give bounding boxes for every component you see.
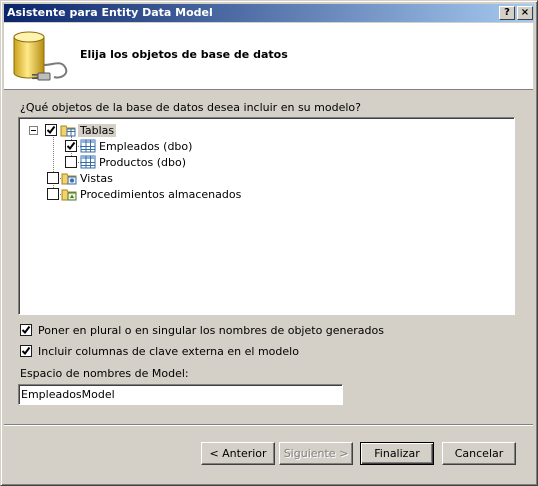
procedures-folder-icon [61, 189, 77, 201]
checkmark-icon [46, 125, 56, 135]
page-heading: Elija los objetos de base de datos [80, 48, 288, 61]
objects-question-label: ¿Qué objetos de la base de datos desea i… [20, 101, 361, 114]
wizard-window: Asistente para Entity Data Model ? × Eli… [0, 0, 538, 486]
previous-button[interactable]: < Anterior [201, 442, 275, 465]
checkmark-icon [21, 325, 31, 335]
title-bar[interactable]: Asistente para Entity Data Model ? × [4, 4, 534, 22]
collapse-toggle[interactable] [29, 126, 38, 135]
database-objects-tree[interactable]: Tablas Empleados (dbo) Productos (dbo) V… [18, 117, 515, 315]
table-icon [80, 155, 96, 169]
tree-node-label: Procedimientos almacenados [80, 188, 242, 201]
views-folder-icon [61, 173, 77, 185]
table-icon [80, 139, 96, 153]
tables-folder-icon [60, 125, 76, 137]
checkmark-icon [66, 141, 76, 151]
views-checkbox[interactable] [47, 172, 59, 184]
foreign-keys-checkbox[interactable] [20, 345, 32, 357]
cancel-button[interactable]: Cancelar [442, 442, 516, 465]
namespace-label: Espacio de nombres de Model: [20, 367, 189, 380]
tree-node-tables[interactable]: Tablas [29, 122, 139, 138]
tree-node-table-productos[interactable]: Productos (dbo) [65, 154, 187, 170]
window-title: Asistente para Entity Data Model [7, 6, 213, 19]
pluralize-checkbox[interactable] [20, 324, 32, 336]
checkmark-icon [21, 346, 31, 356]
productos-checkbox[interactable] [65, 156, 77, 168]
tree-node-label: Vistas [80, 172, 113, 185]
tree-node-label: Empleados (dbo) [99, 140, 193, 153]
tree-node-label: Productos (dbo) [99, 156, 187, 169]
namespace-input[interactable] [18, 384, 343, 405]
pluralize-label: Poner en plural o en singular los nombre… [38, 324, 384, 337]
close-button[interactable]: × [517, 6, 533, 20]
wizard-header: Elija los objetos de base de datos [4, 23, 533, 90]
next-button[interactable]: Siguiente > [279, 442, 353, 465]
help-button[interactable]: ? [499, 6, 515, 20]
footer-separator [4, 424, 533, 426]
tree-node-views[interactable]: Vistas [47, 170, 147, 186]
empleados-checkbox[interactable] [65, 140, 77, 152]
procedures-checkbox[interactable] [47, 188, 59, 200]
database-plug-icon [13, 31, 68, 81]
tree-node-stored-procedures[interactable]: Procedimientos almacenados [47, 186, 247, 202]
tree-node-label: Tablas [78, 124, 117, 137]
tree-node-table-empleados[interactable]: Empleados (dbo) [65, 138, 192, 154]
foreign-keys-label: Incluir columnas de clave externa en el … [38, 345, 299, 358]
tables-checkbox[interactable] [45, 124, 57, 136]
finish-button[interactable]: Finalizar [360, 442, 434, 465]
